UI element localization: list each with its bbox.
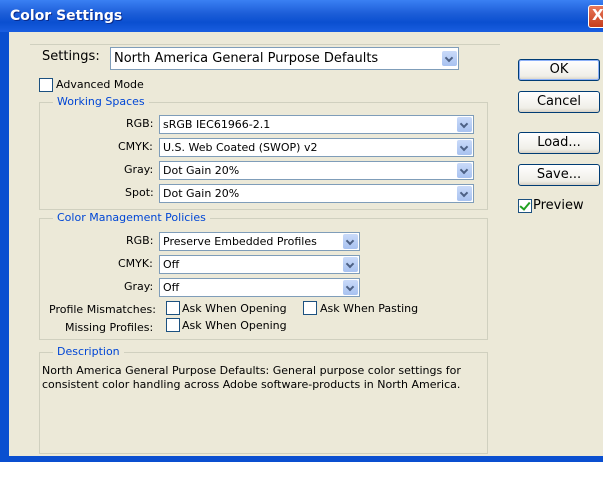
ws-gray-value: Dot Gain 20%	[163, 164, 240, 177]
chevron-down-icon	[457, 117, 472, 132]
close-button[interactable]: X	[588, 5, 603, 28]
policy-rgb-label: RGB:	[126, 234, 154, 247]
missing-profiles-label: Missing Profiles:	[65, 321, 154, 334]
chevron-down-icon	[343, 280, 358, 295]
window-frame-left	[0, 32, 9, 462]
profile-mismatches-label: Profile Mismatches:	[49, 303, 156, 316]
description-line-2: consistent color handling across Adobe s…	[42, 378, 461, 391]
mismatch-ask-pasting-checkbox[interactable]	[303, 301, 317, 315]
policy-cmyk-select[interactable]: Off	[159, 255, 360, 274]
title-bar[interactable]: Color Settings X	[0, 0, 603, 32]
missing-ask-opening-checkbox[interactable]	[166, 318, 180, 332]
mismatch-ask-pasting-label: Ask When Pasting	[320, 302, 419, 315]
dialog-body: Settings: North America General Purpose …	[9, 32, 603, 456]
settings-select[interactable]: North America General Purpose Defaults	[110, 47, 459, 70]
ws-spot-label: Spot:	[125, 186, 154, 199]
settings-rule	[30, 44, 500, 45]
mismatch-ask-opening-label: Ask When Opening	[182, 302, 287, 315]
ws-rgb-value: sRGB IEC61966-2.1	[163, 118, 271, 131]
preview-label: Preview	[533, 198, 584, 213]
missing-ask-opening-label: Ask When Opening	[182, 319, 287, 332]
save-button[interactable]: Save...	[518, 164, 600, 186]
chevron-down-icon	[457, 186, 472, 201]
color-settings-window: Color Settings X Settings: North America…	[0, 0, 603, 481]
description-line-1: North America General Purpose Defaults: …	[42, 364, 461, 377]
settings-label: Settings:	[39, 49, 103, 64]
window-frame-bottom	[0, 456, 603, 481]
ws-spot-select[interactable]: Dot Gain 20%	[159, 184, 474, 203]
ws-cmyk-value: U.S. Web Coated (SWOP) v2	[163, 141, 318, 154]
close-icon: X	[592, 6, 603, 24]
chevron-down-icon	[457, 140, 472, 155]
chevron-down-icon	[457, 163, 472, 178]
ws-rgb-select[interactable]: sRGB IEC61966-2.1	[159, 115, 474, 134]
ws-cmyk-label: CMYK:	[118, 140, 153, 153]
mismatch-ask-opening-checkbox[interactable]	[166, 301, 180, 315]
chevron-down-icon	[442, 51, 457, 66]
settings-value: North America General Purpose Defaults	[114, 51, 379, 66]
ws-cmyk-select[interactable]: U.S. Web Coated (SWOP) v2	[159, 138, 474, 157]
policy-cmyk-value: Off	[163, 258, 180, 271]
description-legend: Description	[53, 345, 124, 358]
policy-gray-label: Gray:	[124, 280, 154, 293]
chevron-down-icon	[343, 257, 358, 272]
working-spaces-legend: Working Spaces	[53, 95, 149, 108]
window-title: Color Settings	[10, 8, 123, 24]
policies-legend: Color Management Policies	[53, 211, 210, 224]
load-button[interactable]: Load...	[518, 132, 600, 154]
ws-rgb-label: RGB:	[126, 117, 154, 130]
ok-button[interactable]: OK	[518, 59, 600, 81]
cancel-button[interactable]: Cancel	[518, 91, 600, 113]
policy-rgb-value: Preserve Embedded Profiles	[163, 235, 317, 248]
ws-gray-label: Gray:	[124, 163, 154, 176]
ws-spot-value: Dot Gain 20%	[163, 187, 240, 200]
advanced-mode-checkbox[interactable]	[39, 78, 53, 92]
ws-gray-select[interactable]: Dot Gain 20%	[159, 161, 474, 180]
policy-gray-select[interactable]: Off	[159, 278, 360, 297]
chevron-down-icon	[343, 234, 358, 249]
advanced-mode-label: Advanced Mode	[56, 78, 144, 91]
policy-gray-value: Off	[163, 281, 180, 294]
preview-checkbox[interactable]	[518, 199, 532, 213]
policy-rgb-select[interactable]: Preserve Embedded Profiles	[159, 232, 360, 251]
policy-cmyk-label: CMYK:	[118, 257, 153, 270]
